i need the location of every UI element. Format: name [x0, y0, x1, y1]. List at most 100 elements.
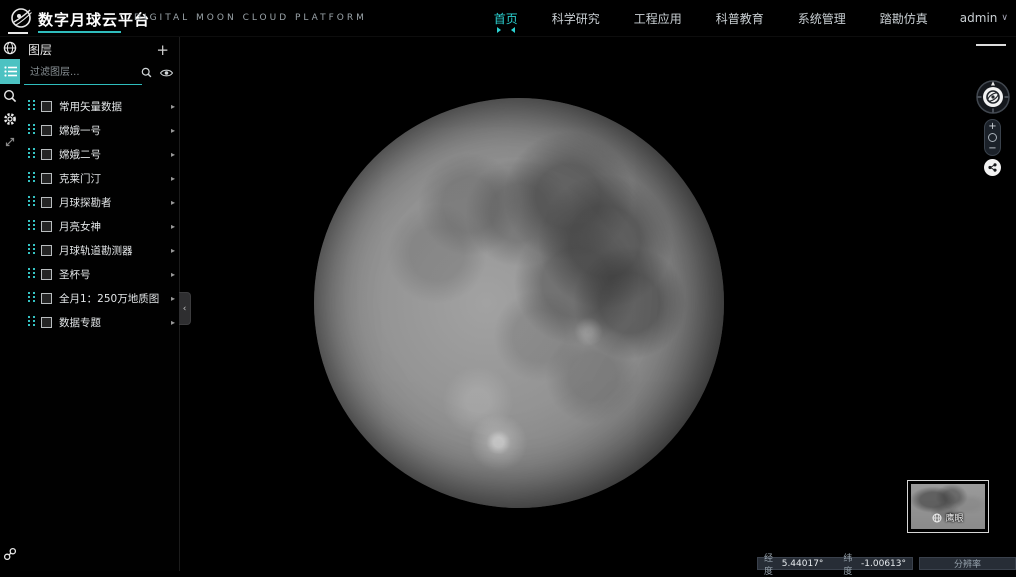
layer-row[interactable]: 嫦娥二号 ▸ [20, 142, 179, 166]
layer-checkbox[interactable] [41, 101, 52, 112]
reset-circle-icon[interactable] [988, 133, 997, 142]
zoom-out-button[interactable]: − [988, 144, 996, 153]
layer-row[interactable]: 圣杯号 ▸ [20, 262, 179, 286]
layer-row[interactable]: 全月1：250万地质图 ▸ [20, 286, 179, 310]
layer-label: 月亮女神 [59, 219, 169, 234]
layer-checkbox[interactable] [41, 293, 52, 304]
chevron-right-icon[interactable]: ▸ [171, 294, 175, 303]
layer-row[interactable]: 月球轨道勘测器 ▸ [20, 238, 179, 262]
layer-row[interactable]: 月亮女神 ▸ [20, 214, 179, 238]
filter-underline [24, 84, 142, 85]
drag-handle-icon[interactable] [28, 268, 35, 280]
layers-panel: 图层 + 常用矢量数据 ▸ [20, 36, 180, 571]
layer-row[interactable]: 月球探勘者 ▸ [20, 190, 179, 214]
layers-panel-title: 图层 [28, 41, 52, 58]
add-layer-button[interactable]: + [154, 44, 171, 56]
layer-list: 常用矢量数据 ▸ 嫦娥一号 ▸ 嫦娥二号 ▸ 克莱门汀 ▸ 月球探勘者 ▸ [20, 94, 179, 334]
moon-globe[interactable] [314, 98, 724, 508]
link-icon[interactable] [0, 542, 20, 565]
drag-handle-icon[interactable] [28, 244, 35, 256]
chevron-right-icon[interactable]: ▸ [171, 318, 175, 327]
layer-label: 月球轨道勘测器 [59, 243, 169, 258]
minimap-label-text: 鹰眼 [945, 511, 963, 524]
layer-checkbox[interactable] [41, 245, 52, 256]
layer-label: 嫦娥一号 [59, 123, 169, 138]
nav-tab-engineering[interactable]: 工程应用 [632, 8, 684, 29]
drag-handle-icon[interactable] [28, 292, 35, 304]
coordinates-status: 经度 5.44017° 纬度 -1.00613° [757, 557, 913, 570]
chevron-right-icon[interactable]: ▸ [171, 198, 175, 207]
expand-icon[interactable] [0, 130, 20, 153]
drag-handle-icon[interactable] [28, 100, 35, 112]
globe-icon [932, 513, 942, 523]
longitude-value: 5.44017° [782, 559, 824, 569]
chevron-right-icon[interactable]: ▸ [171, 174, 175, 183]
layer-row[interactable]: 克莱门汀 ▸ [20, 166, 179, 190]
compass-gyro-icon[interactable] [975, 79, 1011, 115]
nav-tab-survey-sim[interactable]: 踏勘仿真 [878, 8, 930, 29]
chevron-right-icon[interactable]: ▸ [171, 126, 175, 135]
latitude-value: -1.00613° [861, 559, 906, 569]
zoom-in-button[interactable]: + [988, 122, 996, 131]
eye-icon[interactable] [160, 68, 173, 78]
chevron-right-icon[interactable]: ▸ [171, 150, 175, 159]
search-icon[interactable] [0, 84, 20, 107]
search-icon[interactable] [141, 67, 152, 78]
sidebar-icon-rail [0, 36, 20, 571]
layer-label: 月球探勘者 [59, 195, 169, 210]
drag-handle-icon[interactable] [28, 220, 35, 232]
user-name: admin [960, 11, 998, 25]
layer-label: 克莱门汀 [59, 171, 169, 186]
resolution-status: 分辨率 [919, 557, 1016, 570]
layer-filter-input[interactable] [28, 66, 142, 79]
nav-tab-system[interactable]: 系统管理 [796, 8, 848, 29]
layer-checkbox[interactable] [41, 125, 52, 136]
layer-checkbox[interactable] [41, 173, 52, 184]
nav-tab-label: 首页 [494, 12, 518, 26]
share-icon[interactable] [984, 159, 1001, 176]
nav-tab-home[interactable]: 首页 [492, 8, 520, 29]
layer-row[interactable]: 数据专题 ▸ [20, 310, 179, 334]
nav-tab-science[interactable]: 科学研究 [550, 8, 602, 29]
panel-collapse-button[interactable]: ‹ [179, 292, 191, 325]
layer-row[interactable]: 嫦娥一号 ▸ [20, 118, 179, 142]
zoom-control: + − [984, 119, 1001, 156]
layer-label: 数据专题 [59, 315, 169, 330]
layer-label: 常用矢量数据 [59, 99, 169, 114]
layer-row[interactable]: 常用矢量数据 ▸ [20, 94, 179, 118]
logo-underline [8, 32, 28, 34]
chevron-right-icon[interactable]: ▸ [171, 246, 175, 255]
chevron-right-icon[interactable]: ▸ [171, 222, 175, 231]
nav-tab-education[interactable]: 科普教育 [714, 8, 766, 29]
drag-handle-icon[interactable] [28, 172, 35, 184]
layer-label: 圣杯号 [59, 267, 169, 282]
chevron-left-icon: ‹ [183, 304, 187, 314]
layer-checkbox[interactable] [41, 221, 52, 232]
gear-icon[interactable] [0, 107, 20, 130]
app-header: 数字月球云平台 DIGITAL MOON CLOUD PLATFORM 首页 科… [0, 0, 1016, 37]
active-tab-indicator [495, 26, 517, 34]
layer-checkbox[interactable] [41, 269, 52, 280]
main-nav: 首页 科学研究 工程应用 科普教育 系统管理 踏勘仿真 admin ∨ [492, 0, 1008, 36]
drag-handle-icon[interactable] [28, 316, 35, 328]
chevron-right-icon[interactable]: ▸ [171, 102, 175, 111]
drag-handle-icon[interactable] [28, 148, 35, 160]
layer-checkbox[interactable] [41, 317, 52, 328]
user-underline [976, 44, 1006, 46]
drag-handle-icon[interactable] [28, 196, 35, 208]
chevron-right-icon[interactable]: ▸ [171, 270, 175, 279]
layer-checkbox[interactable] [41, 197, 52, 208]
globe-icon[interactable] [0, 36, 20, 59]
user-menu[interactable]: admin ∨ [960, 11, 1008, 25]
layers-list-icon[interactable] [0, 59, 20, 84]
resolution-label: 分辨率 [954, 557, 981, 570]
layer-label: 嫦娥二号 [59, 147, 169, 162]
longitude-label: 经度 [764, 551, 777, 577]
overview-minimap[interactable]: 鹰眼 [907, 480, 989, 533]
layer-checkbox[interactable] [41, 149, 52, 160]
drag-handle-icon[interactable] [28, 124, 35, 136]
moon-swirl-icon [9, 6, 33, 30]
page-subtitle: DIGITAL MOON CLOUD PLATFORM [134, 13, 367, 23]
layer-label: 全月1：250万地质图 [59, 291, 169, 306]
title-accent-underline [38, 31, 121, 33]
